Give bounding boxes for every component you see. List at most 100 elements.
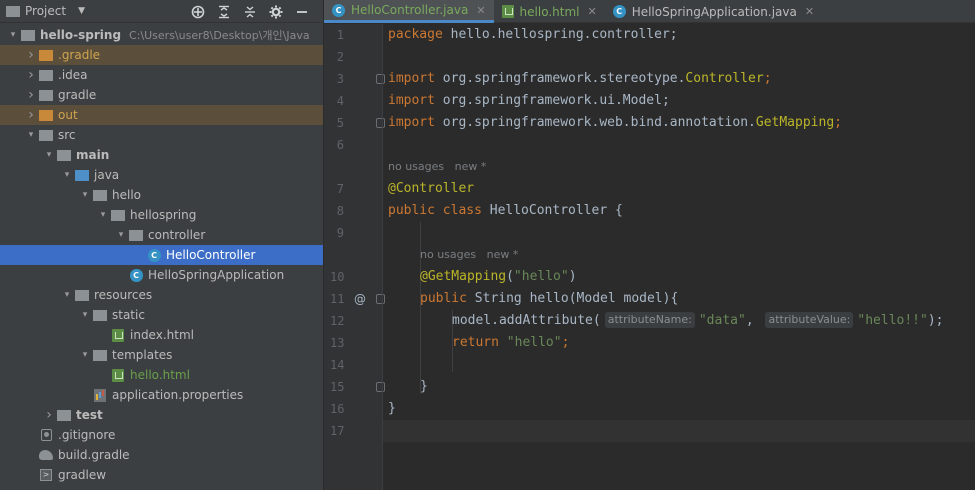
project-tree: ▾ hello-spring C:\Users\user8\Desktop\개인\J… (0, 25, 323, 485)
code-line: } (388, 401, 396, 416)
line-number: 3 (336, 72, 344, 86)
line-number: 6 (336, 138, 344, 152)
tree-item-label: hellospring (130, 208, 197, 222)
code-line: @Controller (388, 181, 475, 196)
tree-item-label: controller (148, 228, 206, 242)
tree-item-label: .gitignore (58, 428, 116, 442)
chevron-right-icon[interactable]: › (42, 407, 56, 423)
code-line: @GetMapping("hello") (420, 269, 577, 284)
tree-item[interactable]: ▾ templates (0, 345, 323, 365)
chevron-down-icon[interactable]: ▾ (24, 130, 38, 140)
project-view-icon (6, 5, 20, 17)
chevron-right-icon[interactable]: › (24, 107, 38, 123)
tab-hello-html[interactable]: hello.html ✕ (494, 0, 605, 23)
tree-item-label: build.gradle (58, 448, 130, 462)
tree-item[interactable]: ›hello.html (0, 365, 323, 385)
tree-item[interactable]: ›>gradlew (0, 465, 323, 485)
html-file-icon (501, 5, 514, 18)
line-number: 8 (336, 204, 344, 218)
line-number: 14 (330, 358, 345, 372)
folder-icon (56, 408, 72, 422)
tree-item-label: gradle (58, 88, 97, 102)
excluded-folder-icon (38, 48, 54, 62)
folder-icon (38, 68, 54, 82)
tree-item[interactable]: ▾ main (0, 145, 323, 165)
hide-icon[interactable] (289, 0, 315, 23)
collapse-all-icon[interactable] (237, 0, 263, 23)
resources-folder-icon (74, 288, 90, 302)
tree-item[interactable]: ›build.gradle (0, 445, 323, 465)
line-number: 1 (336, 28, 344, 42)
tree-item[interactable]: ▾ java (0, 165, 323, 185)
tree-item[interactable]: ›CHelloSpringApplication (0, 265, 323, 285)
close-icon[interactable]: ✕ (476, 4, 485, 17)
tab-label: HelloSpringApplication.java (631, 4, 797, 19)
code-vision-hint[interactable]: no usages new * (415, 246, 518, 264)
expand-all-icon[interactable] (211, 0, 237, 23)
tree-item[interactable]: › test (0, 405, 323, 425)
chevron-down-icon[interactable]: ▼ (78, 6, 85, 16)
line-number: 5 (336, 116, 344, 130)
chevron-down-icon[interactable]: ▾ (96, 210, 110, 220)
mapping-marker-icon[interactable]: @ (354, 288, 366, 310)
chevron-down-icon[interactable]: ▾ (60, 290, 74, 300)
tree-item[interactable]: ›CHelloController (0, 245, 323, 265)
project-view-selector[interactable]: Project (25, 4, 66, 18)
java-class-icon: C (612, 5, 626, 18)
line-number: 10 (330, 270, 345, 284)
code-line: import org.springframework.ui.Model; (388, 93, 670, 108)
close-icon[interactable]: ✕ (587, 5, 596, 18)
chevron-down-icon[interactable]: ▾ (42, 150, 56, 160)
project-panel-header: Project ▼ (0, 0, 323, 23)
tree-item[interactable]: ▾ resources (0, 285, 323, 305)
tree-item[interactable]: ›application.properties (0, 385, 323, 405)
tree-item-label: out (58, 108, 78, 122)
chevron-right-icon[interactable]: › (24, 87, 38, 103)
package-icon (110, 208, 126, 222)
html-file-icon (110, 368, 126, 382)
tab-hellocontroller[interactable]: C HelloController.java ✕ (324, 0, 494, 23)
tree-item-label: java (94, 168, 120, 182)
chevron-down-icon[interactable]: ▾ (60, 170, 74, 180)
tree-item[interactable]: ▾ static (0, 305, 323, 325)
chevron-down-icon[interactable]: ▾ (114, 230, 128, 240)
close-icon[interactable]: ✕ (805, 5, 814, 18)
tab-label: HelloController.java (351, 3, 469, 17)
source-folder-icon (74, 168, 90, 182)
code-editor[interactable]: package hello.hellospring.controller; im… (383, 24, 975, 490)
tree-item-label: templates (112, 348, 173, 362)
inlay-hint: attributeValue: (765, 312, 854, 328)
gear-icon[interactable] (263, 0, 289, 23)
tree-item[interactable]: ▾ hello (0, 185, 323, 205)
chevron-right-icon[interactable]: › (24, 67, 38, 83)
tree-item-label: static (112, 308, 145, 322)
tree-item[interactable]: ▾ controller (0, 225, 323, 245)
tree-item[interactable]: ▾ src (0, 125, 323, 145)
chevron-down-icon[interactable]: ▾ (6, 30, 20, 40)
tree-item[interactable]: › out (0, 105, 323, 125)
code-line: package hello.hellospring.controller; (388, 27, 678, 42)
folder-icon (38, 128, 54, 142)
tree-item[interactable]: › .gradle (0, 45, 323, 65)
tree-item[interactable]: › gradle (0, 85, 323, 105)
inlay-hint: attributeName: (604, 312, 695, 328)
folder-icon (56, 148, 72, 162)
tree-item-label: HelloSpringApplication (148, 268, 285, 282)
chevron-down-icon[interactable]: ▾ (78, 190, 92, 200)
tree-item[interactable]: ›.gitignore (0, 425, 323, 445)
java-class-icon: C (332, 3, 345, 17)
code-vision-hint[interactable]: no usages new * (383, 158, 486, 176)
tree-item[interactable]: › .idea (0, 65, 323, 85)
chevron-down-icon[interactable]: ▾ (78, 350, 92, 360)
tree-item[interactable]: ▾ hellospring (0, 205, 323, 225)
tree-item-label: .gradle (58, 48, 101, 62)
crosshair-icon[interactable] (185, 0, 211, 23)
folder-icon (92, 348, 108, 362)
tab-hellospringapplication[interactable]: C HelloSpringApplication.java ✕ (605, 0, 822, 23)
project-panel-toolbar (185, 0, 315, 23)
line-number: 16 (330, 402, 345, 416)
tree-item[interactable]: ›index.html (0, 325, 323, 345)
tree-item[interactable]: ▾ hello-spring C:\Users\user8\Desktop\개인\J… (0, 25, 323, 45)
chevron-down-icon[interactable]: ▾ (78, 310, 92, 320)
chevron-right-icon[interactable]: › (24, 47, 38, 63)
